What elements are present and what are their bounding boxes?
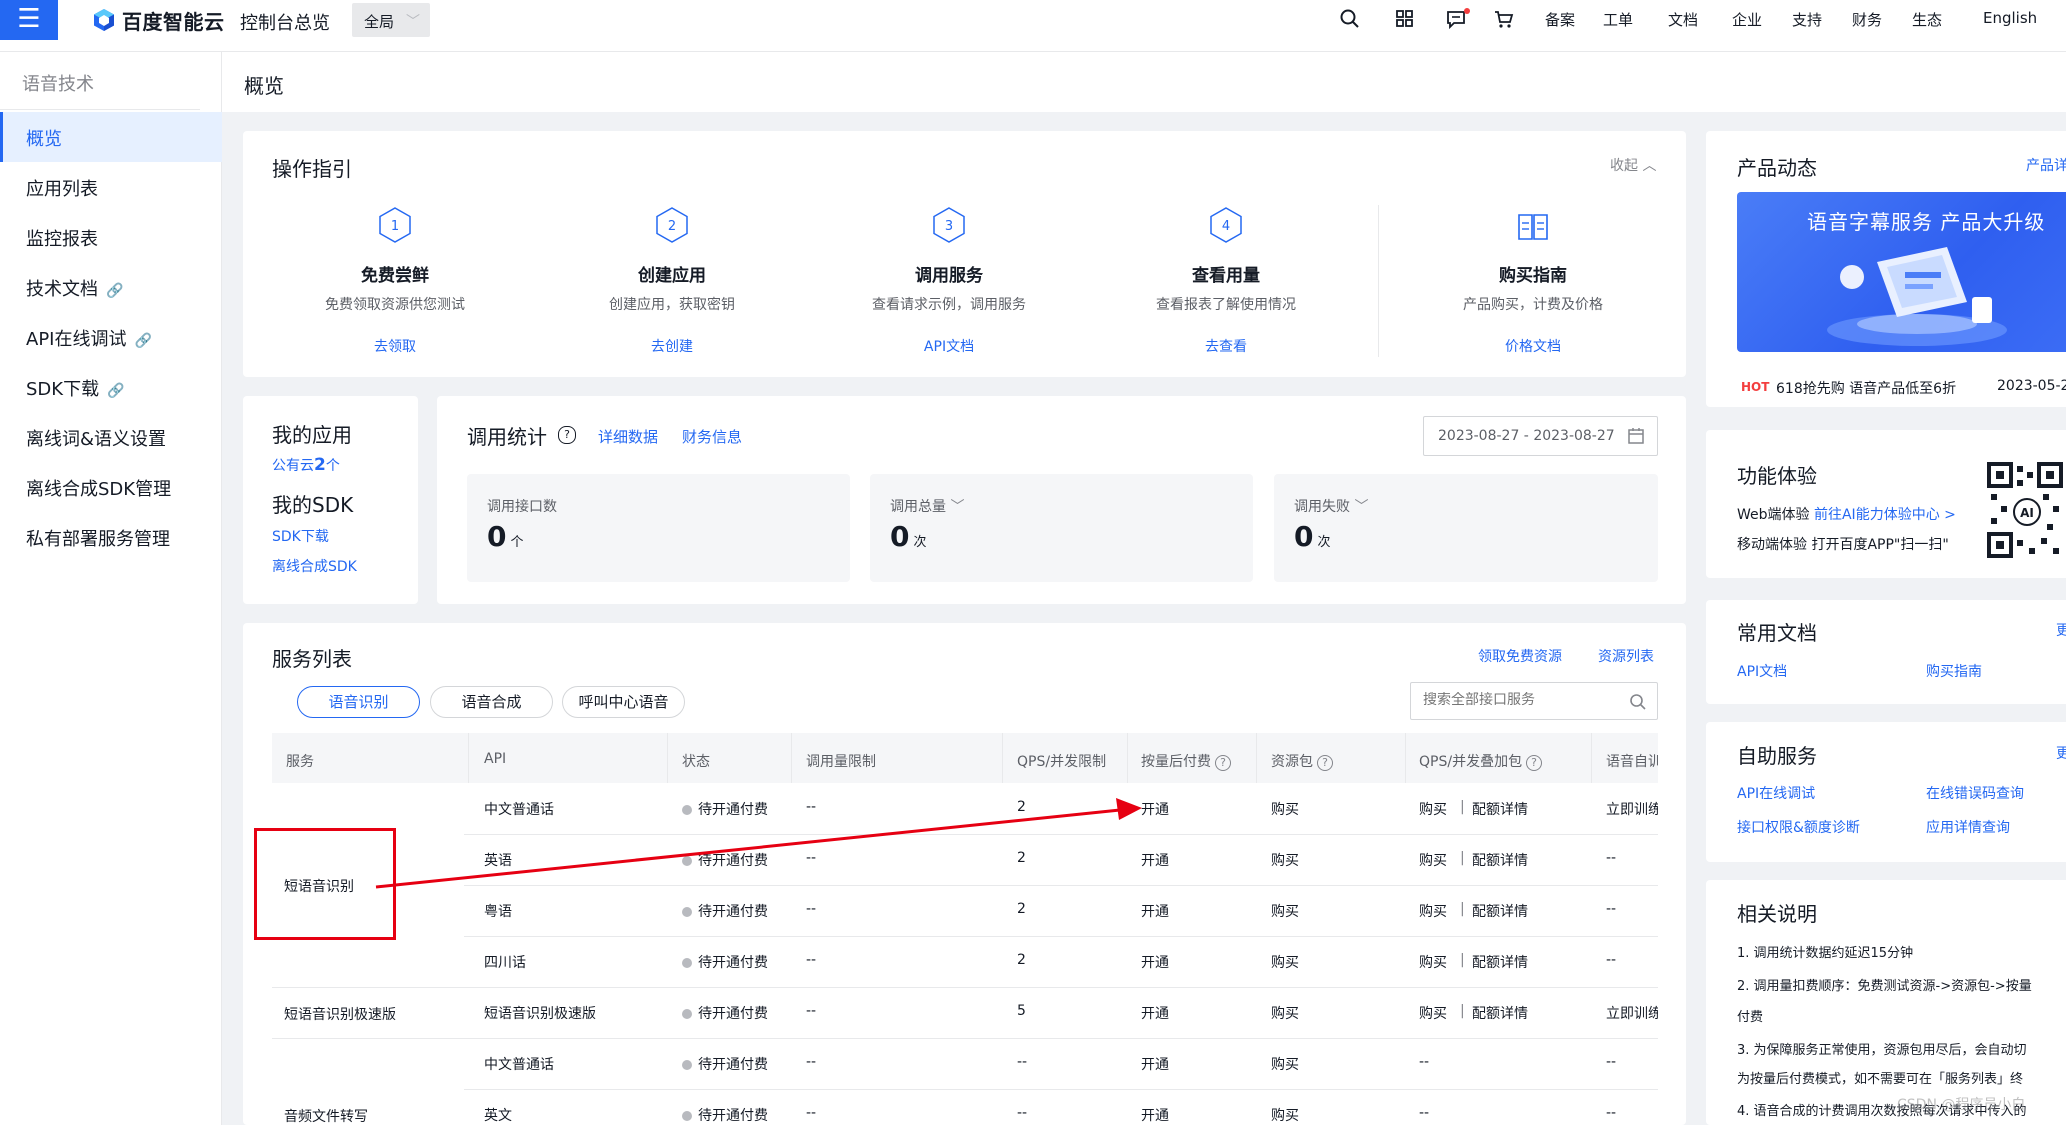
self-link-api-debug[interactable]: API在线调试 <box>1737 783 1815 803</box>
banner-title: 语音字幕服务 产品大升级 <box>1807 210 2046 234</box>
doc-link-buy-guide[interactable]: 购买指南 <box>1926 661 1982 681</box>
hot-badge: HOT <box>1741 380 1770 394</box>
self-service-title: 自助服务 <box>1737 744 1817 768</box>
banner-illustration <box>1827 247 2007 346</box>
docs-card <box>1706 600 2066 704</box>
hot-news-link[interactable]: 618抢先购 语音产品低至6折 <box>1776 378 1956 398</box>
news-title: 产品动态 <box>1737 156 1817 180</box>
experience-title: 功能体验 <box>1737 464 1817 488</box>
self-link-app-detail[interactable]: 应用详情查询 <box>1926 817 2010 837</box>
qr-code-icon: AI <box>1987 462 2063 558</box>
watermark: CSDN @程序员小白 <box>1897 1097 2026 1113</box>
svg-text:AI: AI <box>2020 506 2034 520</box>
news-more-link[interactable]: 产品详 <box>2026 155 2066 175</box>
note-line: 1. 调用统计数据约延迟15分钟 <box>1737 946 1914 961</box>
promo-banner[interactable]: 语音字幕服务 产品大升级 <box>1737 192 2066 352</box>
self-link-error-code[interactable]: 在线错误码查询 <box>1926 783 2024 803</box>
docs-more-link[interactable]: 更 <box>2056 620 2066 640</box>
note-line: 付费 <box>1737 1010 1764 1025</box>
note-line: 2. 调用量扣费顺序：免费测试资源->资源包->按量 <box>1737 979 2032 994</box>
mobile-experience-line: 移动端体验 打开百度APP"扫一扫" <box>1737 537 1949 553</box>
note-line: 为按量后付费模式，如不需要可在「服务列表」终 <box>1737 1072 2024 1087</box>
web-experience-line: Web端体验 前往AI能力体验中心 > <box>1737 507 1956 523</box>
hot-news-date: 2023-05-2 <box>1997 378 2066 394</box>
note-line: 3. 为保障服务正常使用，资源包用尽后，会自动切 <box>1737 1043 2027 1058</box>
doc-link-api[interactable]: API文档 <box>1737 661 1787 681</box>
self-service-more-link[interactable]: 更 <box>2056 743 2066 763</box>
ai-center-link[interactable]: 前往AI能力体验中心 > <box>1814 507 1956 523</box>
self-link-permission-diagnose[interactable]: 接口权限&额度诊断 <box>1737 817 1860 837</box>
notes-title: 相关说明 <box>1737 902 1817 926</box>
docs-title: 常用文档 <box>1737 621 1817 645</box>
